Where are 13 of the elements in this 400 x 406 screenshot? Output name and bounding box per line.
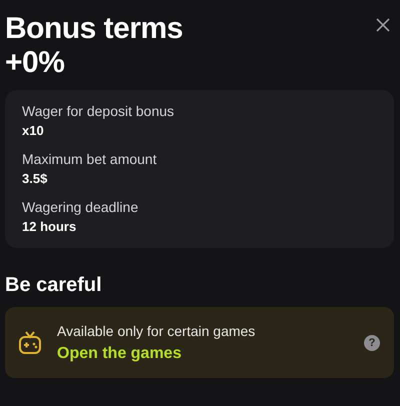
- term-label: Maximum bet amount: [22, 151, 158, 167]
- section-title: Be careful: [5, 274, 103, 297]
- help-button[interactable]: ?: [364, 334, 380, 350]
- term-value: 3.5$: [22, 171, 48, 186]
- term-label: Wager for deposit bonus: [22, 103, 176, 119]
- term-label: Wagering deadline: [22, 199, 140, 215]
- dialog-title: Bonus terms +0%: [5, 12, 183, 80]
- term-value: 12 hours: [22, 219, 78, 234]
- open-games-link[interactable]: Open the games: [57, 344, 349, 362]
- notice-text: Available only for certain games: [57, 322, 256, 338]
- close-icon[interactable]: [376, 18, 390, 32]
- gamepad-icon: [18, 330, 42, 356]
- term-value: x10: [22, 123, 45, 138]
